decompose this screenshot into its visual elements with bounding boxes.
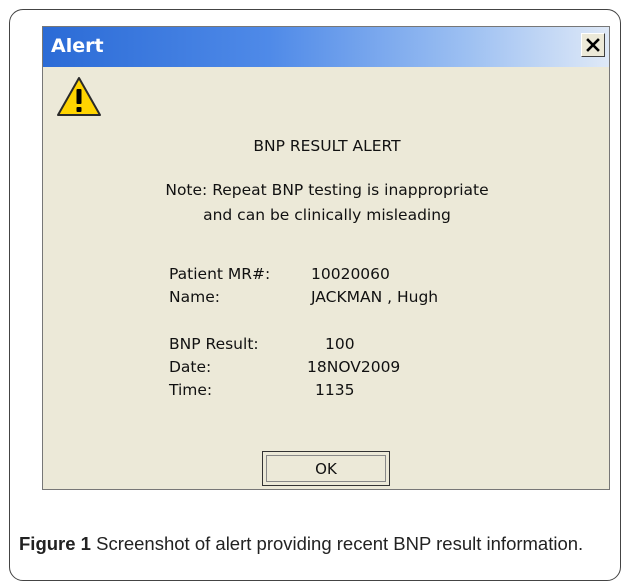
note-line-2: and can be clinically misleading — [203, 206, 451, 224]
alert-dialog: Alert BNP RESULT ALERT Note: Repeat BNP … — [42, 26, 610, 490]
close-icon — [586, 38, 600, 52]
alert-heading: BNP RESULT ALERT — [253, 137, 401, 155]
patient-name-label: Name: — [169, 288, 220, 306]
note-line-1: Note: Repeat BNP testing is inappropriat… — [165, 181, 489, 199]
bnp-result-label: BNP Result: — [169, 335, 259, 353]
date-label: Date: — [169, 358, 212, 376]
patient-mrn-label: Patient MR#: — [169, 265, 271, 283]
time-label: Time: — [169, 381, 213, 399]
date-value: 18NOV2009 — [307, 358, 401, 376]
figure-caption: Figure 1 Screenshot of alert providing r… — [19, 532, 609, 556]
warning-icon — [57, 77, 101, 116]
figure-label: Figure 1 — [19, 533, 91, 554]
figure-caption-text: Screenshot of alert providing recent BNP… — [90, 533, 584, 554]
ok-button[interactable]: OK — [262, 451, 390, 486]
patient-name-value: JACKMAN , Hugh — [311, 288, 439, 306]
close-button[interactable] — [581, 33, 605, 57]
dialog-title: Alert — [51, 35, 104, 57]
ok-button-label: OK — [266, 455, 386, 482]
dialog-titlebar[interactable]: Alert — [43, 27, 609, 67]
bnp-result-value: 100 — [325, 335, 355, 353]
time-value: 1135 — [315, 381, 355, 399]
patient-mrn-value: 10020060 — [311, 265, 390, 283]
